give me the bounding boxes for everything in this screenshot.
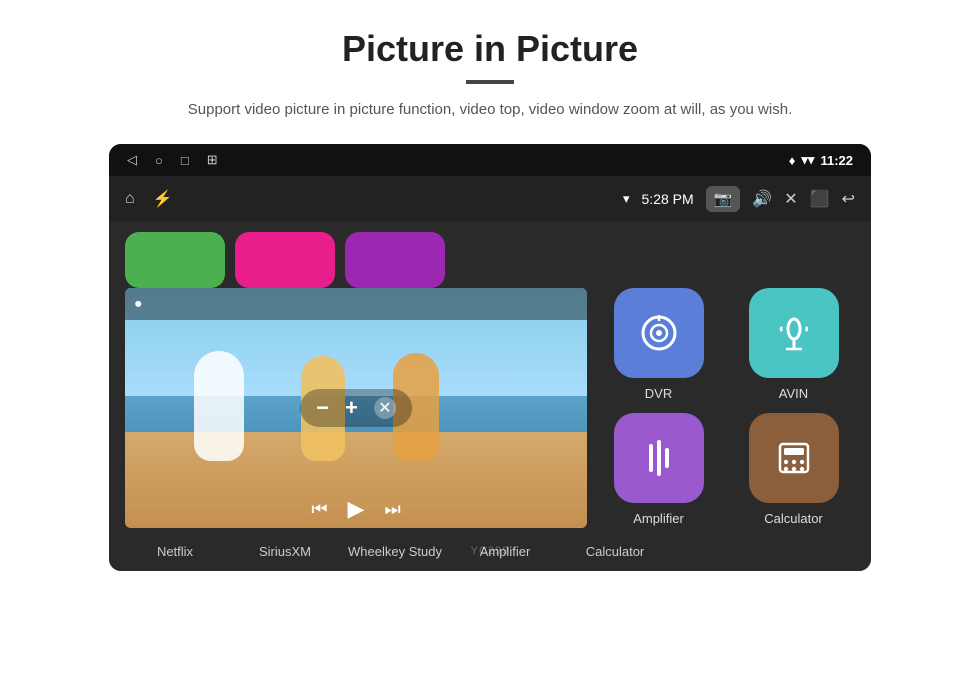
dvr-icon-box[interactable] — [614, 288, 704, 378]
calculator-label: Calculator — [764, 511, 823, 526]
status-bar: ◁ ○ □ ⊞ ♦ ▾▾ 11:22 — [109, 144, 871, 176]
wheelkey-label: Wheelkey Study — [348, 544, 442, 559]
siriusxm-label: SiriusXM — [259, 544, 311, 559]
amplifier-label: Amplifier — [633, 511, 684, 526]
bottom-app-siriusxm[interactable]: SiriusXM — [235, 544, 335, 559]
camera-icon[interactable]: 📷 — [706, 186, 741, 212]
pip-window-icon[interactable]: ⬛ — [810, 189, 830, 209]
location-icon: ♦ — [789, 153, 796, 168]
toolbar-left: ⌂ ⚡ — [125, 189, 173, 209]
pip-video[interactable]: ⏺ − + ✕ ⏮ ▶ ⏭ — [125, 288, 587, 528]
device-content: ⏺ − + ✕ ⏮ ▶ ⏭ — [109, 222, 871, 571]
app-icon-green[interactable] — [125, 232, 225, 288]
calculator-svg-icon — [772, 436, 816, 480]
device-frame: ◁ ○ □ ⊞ ♦ ▾▾ 11:22 ⌂ ⚡ ▾ 5:28 PM 📷 🔊 — [109, 144, 871, 571]
wifi-signal-icon: ▾▾ — [801, 152, 814, 168]
status-bar-nav: ◁ ○ □ ⊞ — [127, 152, 218, 168]
amplifier-icon-box[interactable] — [614, 413, 704, 503]
toolbar-time: 5:28 PM — [642, 191, 694, 207]
status-bar-indicators: ♦ ▾▾ 11:22 — [789, 152, 853, 168]
app-icon-pink[interactable] — [235, 232, 335, 288]
page-subtitle: Support video picture in picture functio… — [188, 98, 792, 122]
app-icon-calculator[interactable]: Calculator — [732, 413, 855, 526]
app-icons-top-row — [109, 222, 871, 288]
pip-close-inline[interactable]: ✕ — [374, 397, 396, 419]
pip-play-button[interactable]: ▶ — [348, 496, 365, 522]
app-icon-purple[interactable] — [345, 232, 445, 288]
back-nav-icon[interactable]: ◁ — [127, 152, 137, 168]
pip-minus-button[interactable]: − — [316, 395, 329, 421]
menu-nav-icon[interactable]: ⊞ — [207, 152, 218, 168]
pip-overlay-bar: ⏺ — [125, 288, 587, 320]
title-divider — [466, 80, 514, 84]
recents-nav-icon[interactable]: □ — [181, 153, 189, 168]
toolbar-right: ▾ 5:28 PM 📷 🔊 ✕ ⬛ ↩ — [623, 186, 855, 212]
dvr-label: DVR — [645, 386, 672, 401]
bottom-app-calculator[interactable]: Calculator — [565, 544, 665, 559]
avin-icon-box[interactable] — [749, 288, 839, 378]
pip-container[interactable]: ⏺ − + ✕ ⏮ ▶ ⏭ — [125, 288, 587, 528]
app-icon-amplifier[interactable]: Amplifier — [597, 413, 720, 526]
volume-icon[interactable]: 🔊 — [752, 189, 772, 209]
home-nav-icon[interactable]: ○ — [155, 153, 163, 168]
app-toolbar: ⌂ ⚡ ▾ 5:28 PM 📷 🔊 ✕ ⬛ ↩ — [109, 176, 871, 222]
calculator-bottom-label: Calculator — [586, 544, 645, 559]
pip-prev-button[interactable]: ⏮ — [311, 499, 327, 520]
main-area: ⏺ − + ✕ ⏮ ▶ ⏭ — [109, 288, 871, 538]
app-grid-right: DVR AVIN — [597, 288, 855, 528]
calculator-icon-box[interactable] — [749, 413, 839, 503]
close-window-icon[interactable]: ✕ — [784, 189, 797, 209]
pip-controls-bar[interactable]: − + ✕ — [300, 389, 412, 427]
pip-next-button[interactable]: ⏭ — [384, 499, 400, 520]
page-wrapper: Picture in Picture Support video picture… — [0, 0, 980, 571]
pip-record-icon: ⏺ — [135, 296, 142, 312]
bottom-app-netflix[interactable]: Netflix — [125, 544, 225, 559]
home-icon[interactable]: ⌂ — [125, 190, 135, 208]
watermark: YC299 — [471, 545, 510, 557]
app-icon-dvr[interactable]: DVR — [597, 288, 720, 401]
app-icon-avin[interactable]: AVIN — [732, 288, 855, 401]
pip-bottom-controls[interactable]: ⏮ ▶ ⏭ — [125, 496, 587, 522]
person-figure-1 — [194, 351, 244, 461]
netflix-label: Netflix — [157, 544, 193, 559]
status-time: 11:22 — [820, 153, 853, 168]
wifi-icon: ▾ — [623, 191, 630, 207]
back-icon[interactable]: ↩ — [842, 189, 855, 209]
avin-label: AVIN — [779, 386, 808, 401]
bottom-app-wheelkey[interactable]: Wheelkey Study — [345, 544, 445, 559]
usb-icon: ⚡ — [153, 189, 173, 209]
pip-plus-button[interactable]: + — [345, 395, 358, 421]
avin-svg-icon — [772, 311, 816, 355]
page-title: Picture in Picture — [342, 28, 638, 70]
dvr-svg-icon — [637, 311, 681, 355]
amplifier-svg-icon — [637, 436, 681, 480]
